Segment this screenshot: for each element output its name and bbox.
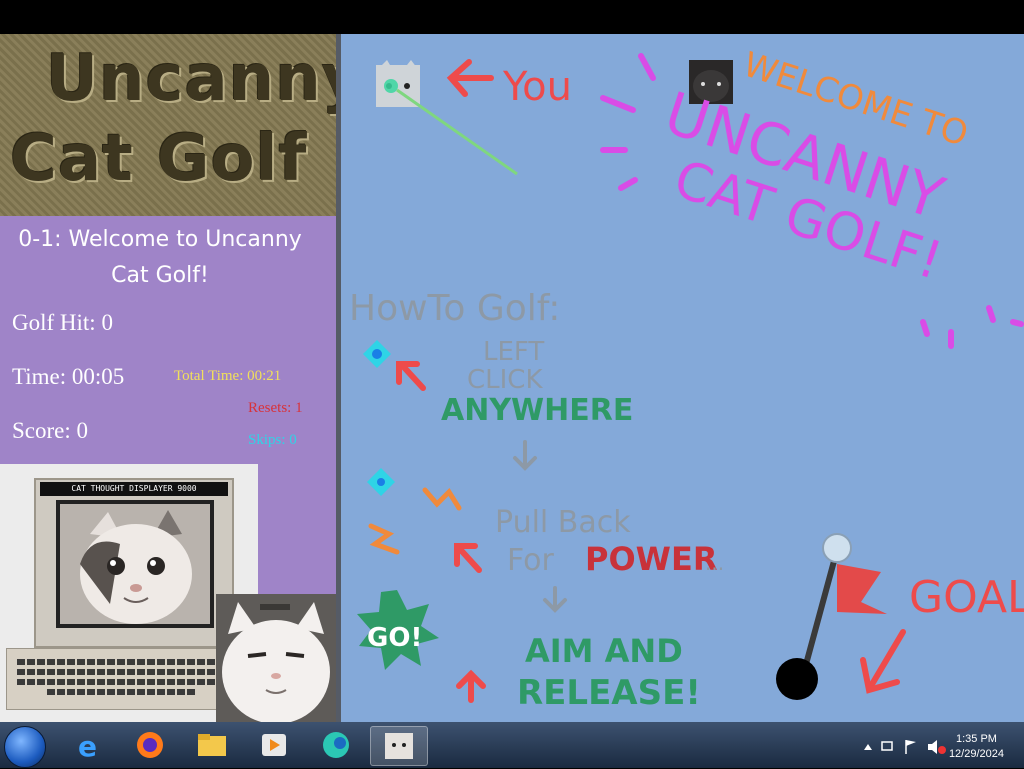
total-time-display: Total Time: 00:21 — [174, 368, 282, 384]
aim-and-text: AIM AND — [525, 632, 683, 670]
cat-face-image — [60, 504, 210, 624]
golf-hole — [776, 658, 818, 700]
firefox-icon[interactable] — [122, 726, 178, 764]
golf-playfield[interactable]: You WELCOME TO UNCANNY CAT GOLF! HowTo G… — [341, 34, 1024, 722]
goal-flag — [802, 533, 887, 671]
left-text: LEFT — [483, 337, 544, 367]
you-arrow — [446, 59, 494, 97]
key-row — [17, 669, 217, 675]
click-text: CLICK — [467, 365, 543, 395]
monitor-label: CAT THOUGHT DISPLAYER 9000 — [40, 482, 228, 496]
game-logo: Uncanny Cat Golf — [0, 34, 336, 216]
down-arrow-2 — [543, 586, 567, 613]
resets-counter: Resets: 1 — [248, 400, 303, 416]
anywhere-text: ANYWHERE — [441, 393, 633, 428]
down-arrow-1 — [513, 440, 537, 471]
retro-keyboard — [6, 648, 244, 710]
webcam-cat-image — [216, 594, 336, 722]
level-title: 0-1: Welcome to Uncanny Cat Golf! — [18, 227, 302, 288]
svg-text:e: e — [78, 730, 97, 763]
key-row — [17, 659, 217, 665]
logo-text-line2: Cat Golf — [10, 122, 308, 196]
release-arrow — [456, 669, 486, 703]
pull-arrow — [454, 543, 482, 573]
windows-start-icon[interactable] — [4, 726, 46, 768]
key-row — [47, 689, 197, 695]
goal-arrow — [860, 629, 906, 694]
score-display: Score: 0 — [12, 418, 89, 443]
skips-counter: Skips: 0 — [248, 432, 297, 448]
power-text: POWER — [585, 540, 717, 578]
drag-icon — [367, 468, 395, 496]
goal-label: GOAL — [909, 572, 1024, 623]
time-display: Time: 00:05 — [12, 364, 125, 389]
edge-icon[interactable] — [308, 726, 364, 764]
game-sidebar: Uncanny Cat Golf 0-1: Welcome to Uncanny… — [0, 34, 336, 722]
you-label: You — [502, 64, 572, 110]
system-tray — [764, 728, 964, 762]
monitor-screen — [56, 500, 214, 628]
retro-monitor: CAT THOUGHT DISPLAYER 9000 — [34, 478, 234, 648]
pull-back-text: Pull Back — [495, 505, 631, 540]
taskbar-clock[interactable]: 1:35 PM 12/29/2024 — [949, 732, 1004, 762]
click-arrow — [396, 361, 426, 391]
key-row — [17, 679, 217, 685]
tray-arrow-icon[interactable] — [864, 744, 872, 750]
file-explorer-icon[interactable] — [184, 726, 240, 764]
volume-muted-icon[interactable] — [928, 740, 946, 754]
clock-date: 12/29/2024 — [948, 748, 1004, 760]
windows-taskbar: e 1:35 PM 12/29/2024 — [0, 722, 1024, 768]
clock-time: 1:35 PM — [955, 733, 997, 745]
go-text: GO! — [367, 623, 422, 653]
logo-text-line1: Uncanny — [46, 42, 336, 116]
how-to-golf-heading: HowTo Golf: — [349, 288, 560, 329]
player-cat-webcam — [216, 594, 336, 722]
aim-line — [396, 88, 518, 176]
golf-hit-counter: Golf Hit: 0 — [12, 310, 113, 335]
internet-explorer-icon[interactable]: e — [60, 726, 116, 764]
power-burst — [368, 487, 462, 555]
click-icon — [363, 340, 391, 368]
media-player-icon[interactable] — [246, 726, 302, 764]
window-top-bar — [0, 0, 1024, 34]
for-text: For — [507, 543, 555, 578]
ellipsis-text: ... — [705, 551, 724, 575]
release-text: RELEASE! — [517, 673, 701, 713]
network-icon[interactable] — [881, 741, 893, 751]
cat-game-icon[interactable] — [370, 726, 428, 766]
playfield-canvas[interactable]: You WELCOME TO UNCANNY CAT GOLF! HowTo G… — [341, 34, 1024, 722]
flag-icon[interactable] — [905, 740, 916, 754]
